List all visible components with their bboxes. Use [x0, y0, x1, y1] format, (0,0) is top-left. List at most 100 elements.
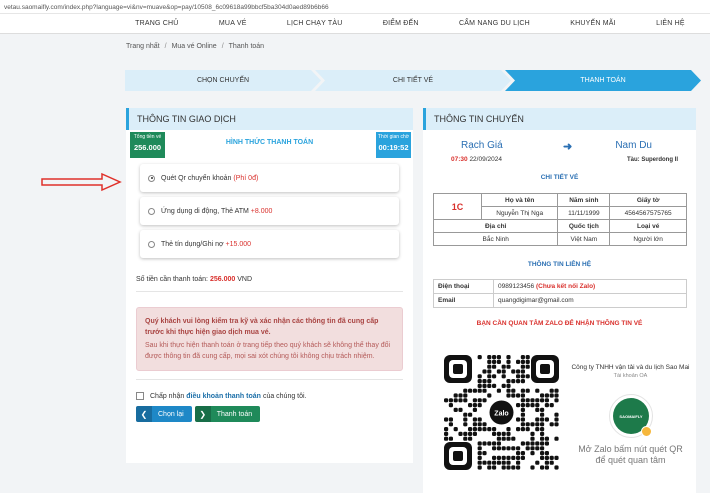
main-nav: TRANG CHỦ MUA VÉ LỊCH CHẠY TÀU ĐIỂM ĐẾN … [0, 14, 710, 34]
warning-alert: Quý khách vui lòng kiểm tra kỹ và xác nh… [136, 307, 403, 371]
zalo-qr-code[interactable]: Zalo [440, 351, 563, 474]
header-name: Họ và tên [480, 193, 559, 207]
payment-options: Quét Qr chuyển khoản (Phí 0đ) Ứng dụng d… [126, 164, 413, 258]
amount-value: 256.000 [209, 276, 236, 283]
step-payment: THANH TOÁN [505, 70, 701, 91]
contact-table: Điện thoại 0989123456 (Chưa kết nối Zalo… [433, 279, 687, 308]
trip-panel: THÔNG TIN CHUYẾN Rạch Giá ➜ Nam Du 07:30… [423, 108, 696, 493]
departure: 07:30 22/09/2024 [451, 156, 502, 163]
ship-name: Tàu: Superdong II [627, 157, 678, 163]
option-label: Ứng dụng di động, Thẻ ATM [161, 207, 249, 215]
phone-note: (Chưa kết nối Zalo) [535, 283, 596, 290]
option-fee: +15.000 [225, 240, 252, 248]
passenger-ticket-type: Người lớn [609, 232, 687, 246]
total-badge: Tổng tiền vé 256.000 [130, 132, 165, 158]
breadcrumb-buy-online[interactable]: Mua vé Online [172, 43, 217, 50]
terms-post: của chúng tôi. [262, 392, 307, 400]
table-row: Địa chỉ Quốc tịch Loại vé [432, 219, 687, 233]
option-credit-card[interactable]: Thẻ tín dụng/Ghi nợ +15.000 [140, 230, 399, 258]
nav-schedule[interactable]: LỊCH CHẠY TÀU [287, 20, 343, 27]
passenger-name: Nguyễn Thị Nga [480, 206, 559, 220]
ticket-table: 1C Họ và tên Năm sinh Giấy tờ Nguyễn Thị… [432, 193, 687, 246]
passenger-id: 4564567575765 [609, 206, 687, 220]
step-choose-trip: CHỌN CHUYẾN [125, 70, 321, 91]
route-arrow-icon: ➜ [563, 141, 573, 153]
route-from: Rạch Giá [461, 140, 503, 151]
company-logo: SAOMAIFLY [609, 394, 653, 438]
radio-icon[interactable] [148, 240, 155, 248]
red-arrow-icon [41, 172, 122, 192]
phone-value: 0989123456 [498, 283, 535, 290]
transaction-panel: THÔNG TIN GIAO DỊCH Tổng tiền vé 256.000… [126, 108, 413, 463]
countdown-badge: Thời gian chờ 00:19:52 [376, 132, 411, 158]
oa-label: Tài khoản OA [613, 373, 648, 379]
header-address: Địa chỉ [432, 219, 559, 233]
option-label: Quét Qr chuyển khoản [161, 174, 232, 182]
passenger-address: Bắc Ninh [432, 232, 559, 246]
passenger-nationality: Việt Nam [557, 232, 611, 246]
table-row: Email quangdigimar@gmail.com [433, 293, 687, 308]
terms-pre: Chấp nhận [150, 392, 185, 400]
step-ticket-details: CHI TIẾT VÉ [315, 70, 511, 91]
terms-link[interactable]: điều khoản thanh toán [186, 393, 261, 400]
email-label: Email [433, 293, 494, 308]
terms-agreement: Chấp nhận điều khoản thanh toán của chún… [136, 392, 413, 400]
checkout-steps: CHỌN CHUYẾN CHI TIẾT VÉ THANH TOÁN [125, 70, 695, 91]
nav-home[interactable]: TRANG CHỦ [135, 20, 178, 27]
nav-promotions[interactable]: KHUYẾN MÃI [570, 20, 616, 27]
option-fee: +8.000 [250, 207, 273, 215]
ticket-details-title: CHI TIẾT VÉ [540, 174, 579, 181]
nav-travel-guide[interactable]: CẨM NANG DU LỊCH [459, 20, 530, 27]
pay-button-label: Thanh toán [216, 410, 253, 418]
qr-center-text: Zalo [494, 411, 508, 418]
scan-line-1: Mở Zalo bấm nút quét QR [578, 444, 683, 454]
alert-strong-text: Quý khách vui lòng kiểm tra kỹ và xác nh… [145, 318, 379, 336]
scan-line-2: để quét quan tâm [595, 455, 666, 465]
amount-due: Số tiền cần thanh toán: 256.000 VND [136, 276, 413, 283]
route-to: Nam Du [615, 140, 652, 151]
option-qr-transfer[interactable]: Quét Qr chuyển khoản (Phí 0đ) [140, 164, 399, 192]
radio-icon[interactable] [148, 207, 155, 215]
table-row: 1C Họ và tên Năm sinh Giấy tờ [433, 193, 687, 220]
breadcrumb: Trang nhất / Mua vé Online / Thanh toán [126, 43, 264, 50]
contact-title: THÔNG TIN LIÊN HỆ [527, 261, 592, 268]
option-label: Thẻ tín dụng/Ghi nợ [161, 240, 224, 248]
divider [136, 379, 403, 380]
breadcrumb-home[interactable]: Trang nhất [126, 43, 160, 50]
departure-date: 22/09/2024 [469, 156, 502, 163]
breadcrumb-payment[interactable]: Thanh toán [229, 43, 264, 50]
payment-header: Tổng tiền vé 256.000 HÌNH THỨC THANH TOÁ… [126, 130, 413, 158]
url-bar[interactable]: vetau.saomaifly.com/index.php?language=v… [0, 0, 710, 14]
action-buttons: ❮ Chọn lại ❯ Thanh toán [136, 406, 413, 422]
nav-buy-ticket[interactable]: MUA VÉ [219, 20, 247, 27]
option-fee: (Phí 0đ) [233, 174, 259, 182]
radio-selected-icon[interactable] [148, 174, 155, 182]
email-value: quangdigimar@gmail.com [493, 293, 687, 308]
payment-method-title: HÌNH THỨC THANH TOÁN [225, 139, 314, 146]
breadcrumb-separator: / [221, 43, 224, 50]
seat-number: 1C [433, 193, 482, 220]
route-info: Rạch Giá ➜ Nam Du 07:30 22/09/2024 Tàu: … [423, 134, 696, 170]
amount-unit: VND [237, 276, 252, 283]
table-row: Điện thoại 0989123456 (Chưa kết nối Zalo… [433, 279, 687, 294]
alert-body-text: Sau khi thực hiện thanh toán ở trang tiế… [145, 342, 391, 360]
breadcrumb-separator: / [164, 43, 167, 50]
amount-label: Số tiền cần thanh toán: [136, 276, 208, 283]
countdown-label: Thời gian chờ [377, 134, 409, 140]
header-id: Giấy tờ [609, 193, 687, 207]
trip-panel-title: THÔNG TIN CHUYẾN [423, 108, 696, 130]
zalo-title: BẠN CẦN QUAN TÂM ZALO ĐỂ NHẬN THÔNG TIN … [476, 320, 643, 327]
departure-time: 07:30 [451, 156, 468, 163]
total-label: Tổng tiền vé [133, 134, 162, 140]
header-ticket-type: Loại vé [609, 219, 687, 233]
nav-destinations[interactable]: ĐIỂM ĐẾN [383, 20, 419, 27]
transaction-panel-title: THÔNG TIN GIAO DỊCH [126, 108, 413, 130]
nav-contact[interactable]: LIÊN HỆ [656, 20, 685, 27]
back-button-label: Chọn lại [158, 410, 184, 418]
terms-checkbox[interactable] [136, 392, 144, 400]
scan-instructions: Mở Zalo bấm nút quét QR để quét quan tâm [568, 444, 693, 466]
back-button[interactable]: ❮ Chọn lại [136, 406, 192, 422]
option-mobile-atm[interactable]: Ứng dụng di động, Thẻ ATM +8.000 [140, 197, 399, 225]
pay-button[interactable]: ❯ Thanh toán [194, 406, 261, 422]
table-row: Bắc Ninh Việt Nam Người lớn [432, 232, 687, 246]
